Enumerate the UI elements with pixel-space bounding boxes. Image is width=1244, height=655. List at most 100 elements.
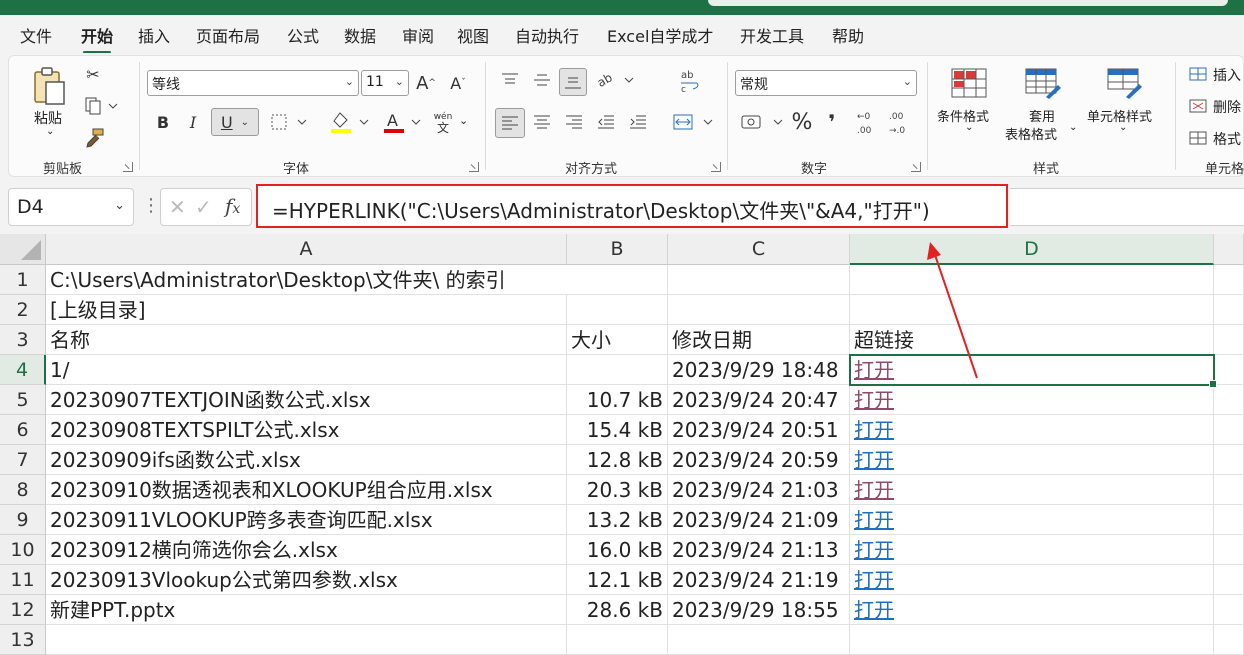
tab-insert[interactable]: 插入 (138, 23, 170, 47)
tab-home[interactable]: 开始 (81, 23, 113, 54)
cell-b[interactable]: 28.6 kB (567, 595, 668, 625)
chevron-down-icon[interactable]: ⌄ (1119, 122, 1127, 133)
column-header-b[interactable]: B (567, 234, 668, 265)
cell-c[interactable]: 2023/9/29 18:55 (668, 595, 850, 625)
tab-view[interactable]: 视图 (457, 23, 489, 47)
formula-input-extension[interactable] (1010, 188, 1244, 226)
tab-excel-self-study[interactable]: Excel自学成才 (607, 23, 713, 47)
cell-e[interactable] (1214, 295, 1244, 325)
cell-c[interactable]: 2023/9/24 21:13 (668, 535, 850, 565)
cell-a[interactable]: C:\Users\Administrator\Desktop\文件夹\ 的索引 (46, 265, 567, 295)
cell-b[interactable] (567, 295, 668, 325)
row-header[interactable]: 6 (0, 415, 46, 445)
cell-e[interactable] (1214, 355, 1244, 385)
orientation-icon[interactable]: ab (593, 68, 637, 92)
hyperlink-cell[interactable]: 打开 (850, 475, 1214, 505)
cut-icon[interactable]: ✂ (81, 62, 105, 86)
cell-e[interactable] (1214, 325, 1244, 355)
font-size-select[interactable]: 11 ⌄ (361, 70, 409, 96)
hyperlink-cell[interactable]: 打开 (850, 415, 1214, 445)
tab-developer[interactable]: 开发工具 (740, 23, 804, 47)
align-bottom-icon[interactable] (559, 68, 587, 96)
row-header[interactable]: 2 (0, 295, 46, 325)
row-header[interactable]: 12 (0, 595, 46, 625)
tab-help[interactable]: 帮助 (832, 23, 864, 47)
format-cells-icon[interactable] (1187, 128, 1209, 148)
hyperlink-cell[interactable]: 打开 (850, 565, 1214, 595)
cell-c[interactable] (668, 265, 850, 295)
hyperlink-cell[interactable]: 打开 (850, 535, 1214, 565)
cancel-icon[interactable]: ✕ (169, 195, 186, 219)
currency-format-icon[interactable] (739, 110, 785, 134)
decrease-font-size-icon[interactable]: Aˇ (447, 70, 469, 96)
increase-font-size-icon[interactable]: A ^ (415, 70, 437, 96)
cell-b[interactable]: 12.1 kB (567, 565, 668, 595)
cell-c[interactable]: 2023/9/24 20:59 (668, 445, 850, 475)
bold-button[interactable]: B (153, 110, 173, 134)
conditional-formatting-label[interactable]: 条件格式 (937, 106, 989, 125)
cell-a[interactable] (46, 625, 567, 655)
insert-cells-icon[interactable] (1187, 64, 1209, 84)
column-header-c[interactable]: C (668, 234, 850, 265)
row-header[interactable]: 1 (0, 265, 46, 295)
clipboard-launcher-icon[interactable] (123, 162, 133, 172)
cell-e[interactable] (1214, 385, 1244, 415)
increase-decimal-icon[interactable]: ←0.00 (855, 106, 879, 138)
conditional-formatting-icon[interactable] (949, 66, 989, 100)
cell-a[interactable]: 20230912横向筛选你会么.xlsx (46, 535, 567, 565)
cell-b[interactable]: 16.0 kB (567, 535, 668, 565)
phonetic-guide-icon[interactable]: wén 文 (431, 108, 455, 138)
cell-a[interactable]: 名称 (46, 325, 567, 355)
cell-b[interactable]: 大小 (567, 325, 668, 355)
cell-e[interactable] (1214, 565, 1244, 595)
row-header[interactable]: 9 (0, 505, 46, 535)
column-header-e[interactable] (1214, 234, 1244, 265)
row-header[interactable]: 5 (0, 385, 46, 415)
align-left-icon[interactable] (495, 108, 525, 138)
column-header-d[interactable]: D (850, 234, 1214, 265)
chevron-down-icon[interactable]: ⌄ (1069, 122, 1077, 133)
align-top-icon[interactable] (499, 68, 521, 92)
row-header[interactable]: 3 (0, 325, 46, 355)
cell-c[interactable] (668, 295, 850, 325)
paste-label[interactable]: 粘贴 (34, 108, 62, 128)
cell-a[interactable]: 1/ (46, 355, 567, 385)
cell-c[interactable]: 2023/9/29 18:48 (668, 355, 850, 385)
delete-cells-label[interactable]: 删除 (1213, 97, 1241, 117)
font-launcher-icon[interactable] (469, 162, 479, 172)
underline-button[interactable]: U ⌄ (211, 108, 259, 136)
cell-e[interactable] (1214, 595, 1244, 625)
tab-formulas[interactable]: 公式 (287, 23, 319, 47)
increase-indent-icon[interactable] (627, 110, 649, 134)
hyperlink-cell[interactable]: 打开 (850, 445, 1214, 475)
more-options-icon[interactable]: ⋮ (142, 195, 160, 216)
comma-style-button[interactable]: ❜ (823, 108, 841, 136)
cell-b[interactable]: 12.8 kB (567, 445, 668, 475)
cell-e[interactable] (1214, 625, 1244, 655)
formula-input[interactable]: =HYPERLINK("C:\Users\Administrator\Deskt… (256, 184, 1008, 228)
italic-button[interactable]: I (183, 110, 203, 134)
cell-e[interactable] (1214, 535, 1244, 565)
cell-a[interactable]: 20230910数据透视表和XLOOKUP组合应用.xlsx (46, 475, 567, 505)
decrease-indent-icon[interactable] (595, 110, 617, 134)
format-as-table-icon[interactable] (1023, 66, 1063, 100)
format-as-table-label-1[interactable]: 套用 (1029, 106, 1055, 125)
insert-function-icon[interactable]: fx (225, 194, 240, 218)
cell-c[interactable]: 2023/9/24 21:03 (668, 475, 850, 505)
hyperlink-cell[interactable]: 打开 (850, 595, 1214, 625)
percent-style-button[interactable]: % (791, 108, 813, 136)
row-header[interactable]: 10 (0, 535, 46, 565)
select-all-button[interactable] (0, 234, 46, 265)
cell-e[interactable] (1214, 415, 1244, 445)
row-header[interactable]: 4 (0, 355, 46, 385)
format-cells-label[interactable]: 格式 (1213, 129, 1241, 149)
cell-c[interactable] (668, 625, 850, 655)
cell-c[interactable]: 2023/9/24 21:09 (668, 505, 850, 535)
merge-center-icon[interactable] (671, 110, 715, 134)
wrap-text-icon[interactable]: ab c (677, 66, 703, 96)
number-launcher-icon[interactable] (911, 162, 921, 172)
cell-a[interactable]: 20230909ifs函数公式.xlsx (46, 445, 567, 475)
fill-color-icon[interactable] (327, 108, 371, 136)
column-header-a[interactable]: A (46, 234, 567, 265)
enter-icon[interactable]: ✓ (195, 195, 212, 219)
